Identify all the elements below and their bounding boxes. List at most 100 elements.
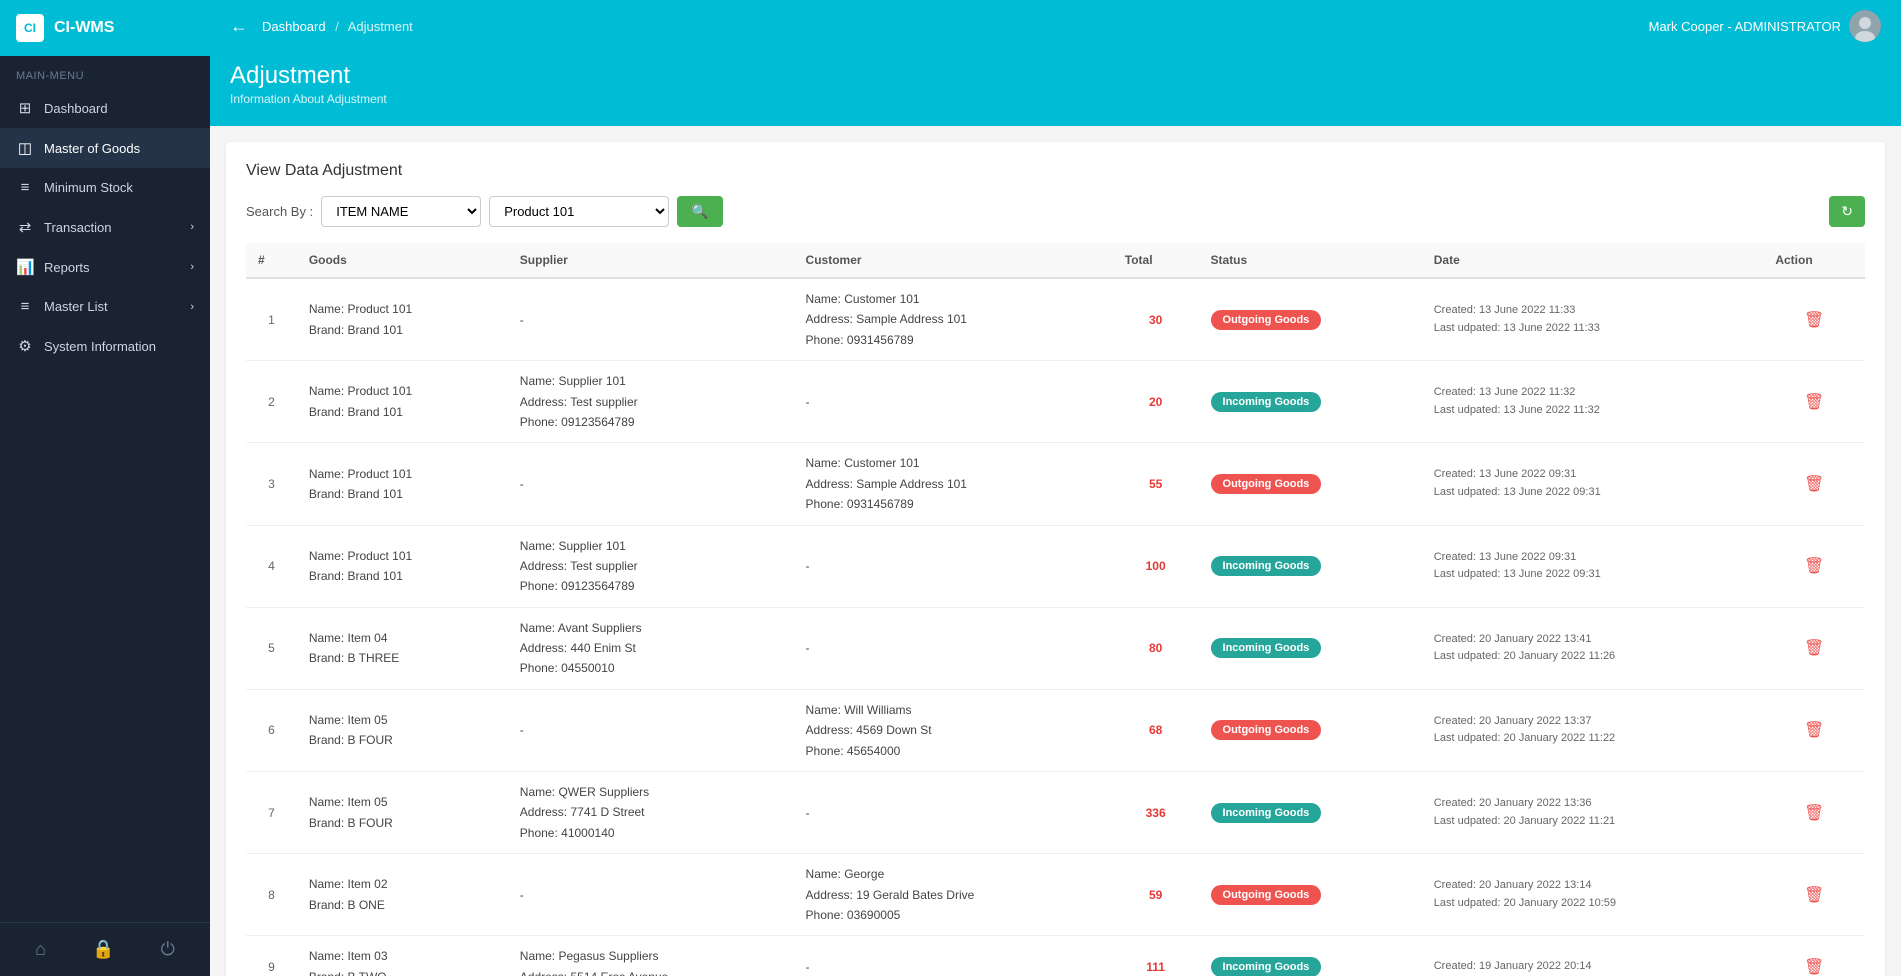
sidebar-item-label: Minimum Stock: [44, 180, 133, 195]
cell-goods: Name: Item 02 Brand: B ONE: [297, 854, 508, 936]
app-logo: CI: [16, 14, 44, 42]
delete-button[interactable]: 🗑: [1798, 390, 1830, 414]
cell-date: Created: 13 June 2022 11:32 Last udpated…: [1422, 361, 1764, 443]
table-row: 9 Name: Item 03 Brand: B TWO Name: Pegas…: [246, 936, 1865, 976]
cell-date: Created: 19 January 2022 20:14: [1422, 936, 1764, 976]
sidebar: CI CI-WMS Main-Menu ⊞ Dashboard ◫ Master…: [0, 0, 210, 976]
table-row: 6 Name: Item 05 Brand: B FOUR - Name: Wi…: [246, 689, 1865, 771]
sidebar-item-label: System Information: [44, 339, 156, 354]
delete-button[interactable]: 🗑: [1798, 308, 1830, 332]
cell-customer: Name: Will Williams Address: 4569 Down S…: [794, 689, 1113, 771]
delete-button[interactable]: 🗑: [1798, 955, 1830, 976]
status-badge: Incoming Goods: [1211, 556, 1322, 576]
delete-button[interactable]: 🗑: [1798, 636, 1830, 660]
delete-button[interactable]: 🗑: [1798, 472, 1830, 496]
cell-customer: -: [794, 525, 1113, 607]
cell-total: 30: [1113, 278, 1199, 361]
minimum-stock-icon: ≡: [16, 179, 34, 196]
cell-customer: Name: Customer 101 Address: Sample Addre…: [794, 443, 1113, 525]
sidebar-item-master-list[interactable]: ≡ Master List ›: [0, 287, 210, 326]
cell-date: Created: 13 June 2022 09:31 Last udpated…: [1422, 525, 1764, 607]
cell-goods: Name: Item 05 Brand: B FOUR: [297, 772, 508, 854]
sidebar-item-dashboard[interactable]: ⊞ Dashboard: [0, 88, 210, 128]
table-row: 2 Name: Product 101 Brand: Brand 101 Nam…: [246, 361, 1865, 443]
breadcrumb-separator: /: [335, 19, 339, 34]
sidebar-item-label: Reports: [44, 260, 90, 275]
home-icon[interactable]: ⌂: [27, 935, 54, 964]
app-title: CI-WMS: [54, 19, 114, 37]
cell-action: 🗑: [1763, 525, 1865, 607]
search-value-select[interactable]: Product 101 Item 04 Item 05 Item 02 Item…: [489, 196, 669, 227]
cell-goods: Name: Product 101 Brand: Brand 101: [297, 278, 508, 361]
cell-customer: Name: George Address: 19 Gerald Bates Dr…: [794, 854, 1113, 936]
search-field-select[interactable]: ITEM NAME BRAND SUPPLIER CUSTOMER: [321, 196, 481, 227]
cell-status: Incoming Goods: [1199, 936, 1422, 976]
cell-num: 7: [246, 772, 297, 854]
cell-total: 111: [1113, 936, 1199, 976]
dashboard-icon: ⊞: [16, 99, 34, 117]
cell-goods: Name: Product 101 Brand: Brand 101: [297, 443, 508, 525]
cell-status: Incoming Goods: [1199, 772, 1422, 854]
delete-button[interactable]: 🗑: [1798, 801, 1830, 825]
sidebar-item-master-of-goods[interactable]: ◫ Master of Goods: [0, 128, 210, 168]
sidebar-item-minimum-stock[interactable]: ≡ Minimum Stock: [0, 168, 210, 207]
search-button[interactable]: 🔍: [677, 196, 722, 227]
cell-action: 🗑: [1763, 607, 1865, 689]
sidebar-item-label: Transaction: [44, 220, 111, 235]
delete-button[interactable]: 🗑: [1798, 883, 1830, 907]
table-row: 1 Name: Product 101 Brand: Brand 101 - N…: [246, 278, 1865, 361]
cell-status: Incoming Goods: [1199, 361, 1422, 443]
refresh-button[interactable]: ↻: [1829, 196, 1865, 227]
cell-action: 🗑: [1763, 361, 1865, 443]
cell-action: 🗑: [1763, 278, 1865, 361]
cell-total: 100: [1113, 525, 1199, 607]
chevron-right-icon: ›: [190, 261, 194, 273]
cell-supplier: -: [508, 854, 794, 936]
cell-total: 80: [1113, 607, 1199, 689]
cell-supplier: Name: Avant Suppliers Address: 440 Enim …: [508, 607, 794, 689]
cell-supplier: Name: Pegasus Suppliers Address: 5514 Er…: [508, 936, 794, 976]
sidebar-item-system-information[interactable]: ⚙ System Information: [0, 326, 210, 366]
cell-goods: Name: Product 101 Brand: Brand 101: [297, 525, 508, 607]
cell-action: 🗑: [1763, 772, 1865, 854]
lock-icon[interactable]: 🔒: [84, 935, 122, 964]
cell-goods: Name: Item 05 Brand: B FOUR: [297, 689, 508, 771]
data-card: View Data Adjustment Search By : ITEM NA…: [226, 142, 1885, 976]
sidebar-item-reports[interactable]: 📊 Reports ›: [0, 247, 210, 287]
cell-goods: Name: Item 04 Brand: B THREE: [297, 607, 508, 689]
table-row: 4 Name: Product 101 Brand: Brand 101 Nam…: [246, 525, 1865, 607]
table-row: 5 Name: Item 04 Brand: B THREE Name: Ava…: [246, 607, 1865, 689]
cell-date: Created: 13 June 2022 09:31 Last udpated…: [1422, 443, 1764, 525]
breadcrumb-home[interactable]: Dashboard: [262, 19, 326, 34]
status-badge: Outgoing Goods: [1211, 885, 1322, 905]
back-button[interactable]: ←: [230, 16, 248, 37]
cell-date: Created: 20 January 2022 13:41 Last udpa…: [1422, 607, 1764, 689]
content-area: View Data Adjustment Search By : ITEM NA…: [210, 126, 1901, 976]
transaction-icon: ⇄: [16, 218, 34, 236]
delete-button[interactable]: 🗑: [1798, 554, 1830, 578]
cell-customer: -: [794, 936, 1113, 976]
page-subtitle: Information About Adjustment: [230, 92, 1881, 106]
sidebar-item-transaction[interactable]: ⇄ Transaction ›: [0, 207, 210, 247]
cell-customer: -: [794, 361, 1113, 443]
status-badge: Incoming Goods: [1211, 638, 1322, 658]
page-title: Adjustment: [230, 62, 1881, 90]
col-header-customer: Customer: [794, 243, 1113, 278]
cell-num: 3: [246, 443, 297, 525]
cell-date: Created: 20 January 2022 13:36 Last udpa…: [1422, 772, 1764, 854]
cell-customer: -: [794, 772, 1113, 854]
cell-status: Incoming Goods: [1199, 525, 1422, 607]
cell-date: Created: 13 June 2022 11:33 Last udpated…: [1422, 278, 1764, 361]
cell-num: 8: [246, 854, 297, 936]
cell-supplier: Name: Supplier 101 Address: Test supplie…: [508, 525, 794, 607]
power-icon[interactable]: ⏻: [153, 935, 183, 964]
cell-num: 6: [246, 689, 297, 771]
chevron-right-icon: ›: [190, 221, 194, 233]
card-title: View Data Adjustment: [246, 162, 1865, 180]
cell-goods: Name: Product 101 Brand: Brand 101: [297, 361, 508, 443]
sidebar-item-label: Master List: [44, 299, 108, 314]
cell-status: Outgoing Goods: [1199, 443, 1422, 525]
delete-button[interactable]: 🗑: [1798, 718, 1830, 742]
cell-total: 59: [1113, 854, 1199, 936]
col-header-total: Total: [1113, 243, 1199, 278]
